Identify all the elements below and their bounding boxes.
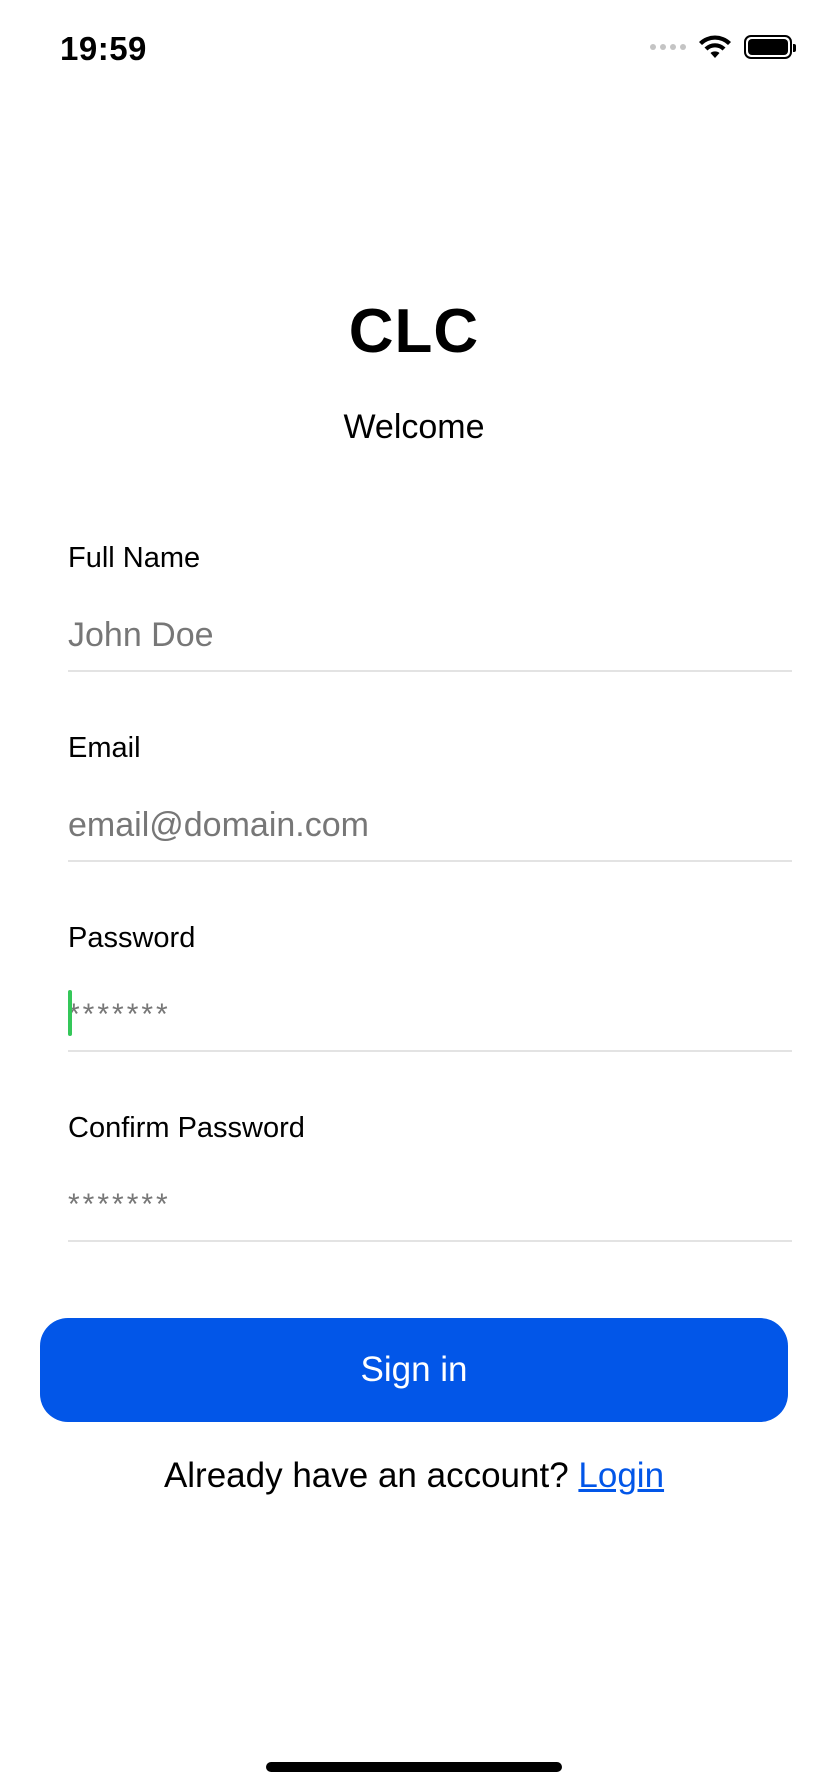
email-divider (68, 860, 792, 862)
confirm-password-field: Confirm Password (68, 1112, 792, 1252)
sign-in-button[interactable]: Sign in (40, 1318, 788, 1422)
confirm-password-divider (68, 1240, 792, 1242)
email-label: Email (68, 732, 141, 764)
battery-icon (744, 35, 796, 59)
full-name-input[interactable] (68, 608, 792, 662)
wifi-icon (699, 35, 731, 58)
home-indicator[interactable] (266, 1762, 562, 1772)
login-link[interactable]: Login (578, 1456, 664, 1495)
password-label: Password (68, 922, 196, 954)
full-name-field: Full Name (68, 542, 792, 682)
signup-screen: 19:59 CLC Welcome Full Name Email Passwo… (0, 0, 828, 1792)
welcome-subtitle: Welcome (343, 408, 485, 446)
full-name-label: Full Name (68, 542, 201, 574)
status-icons (650, 34, 796, 60)
login-prompt: Already have an account? Login (0, 1456, 828, 1496)
status-time: 19:59 (60, 30, 147, 67)
app-title: CLC (348, 297, 480, 366)
password-divider (68, 1050, 792, 1052)
text-cursor (68, 990, 72, 1036)
password-field: Password (68, 922, 792, 1062)
password-input[interactable] (68, 988, 792, 1042)
email-input[interactable] (68, 798, 792, 852)
signal-icon (650, 44, 686, 50)
email-field: Email (68, 732, 792, 872)
full-name-divider (68, 670, 792, 672)
confirm-password-input[interactable] (68, 1178, 792, 1232)
confirm-password-label: Confirm Password (68, 1112, 305, 1144)
account-prompt-text: Already have an account? (163, 1456, 569, 1495)
